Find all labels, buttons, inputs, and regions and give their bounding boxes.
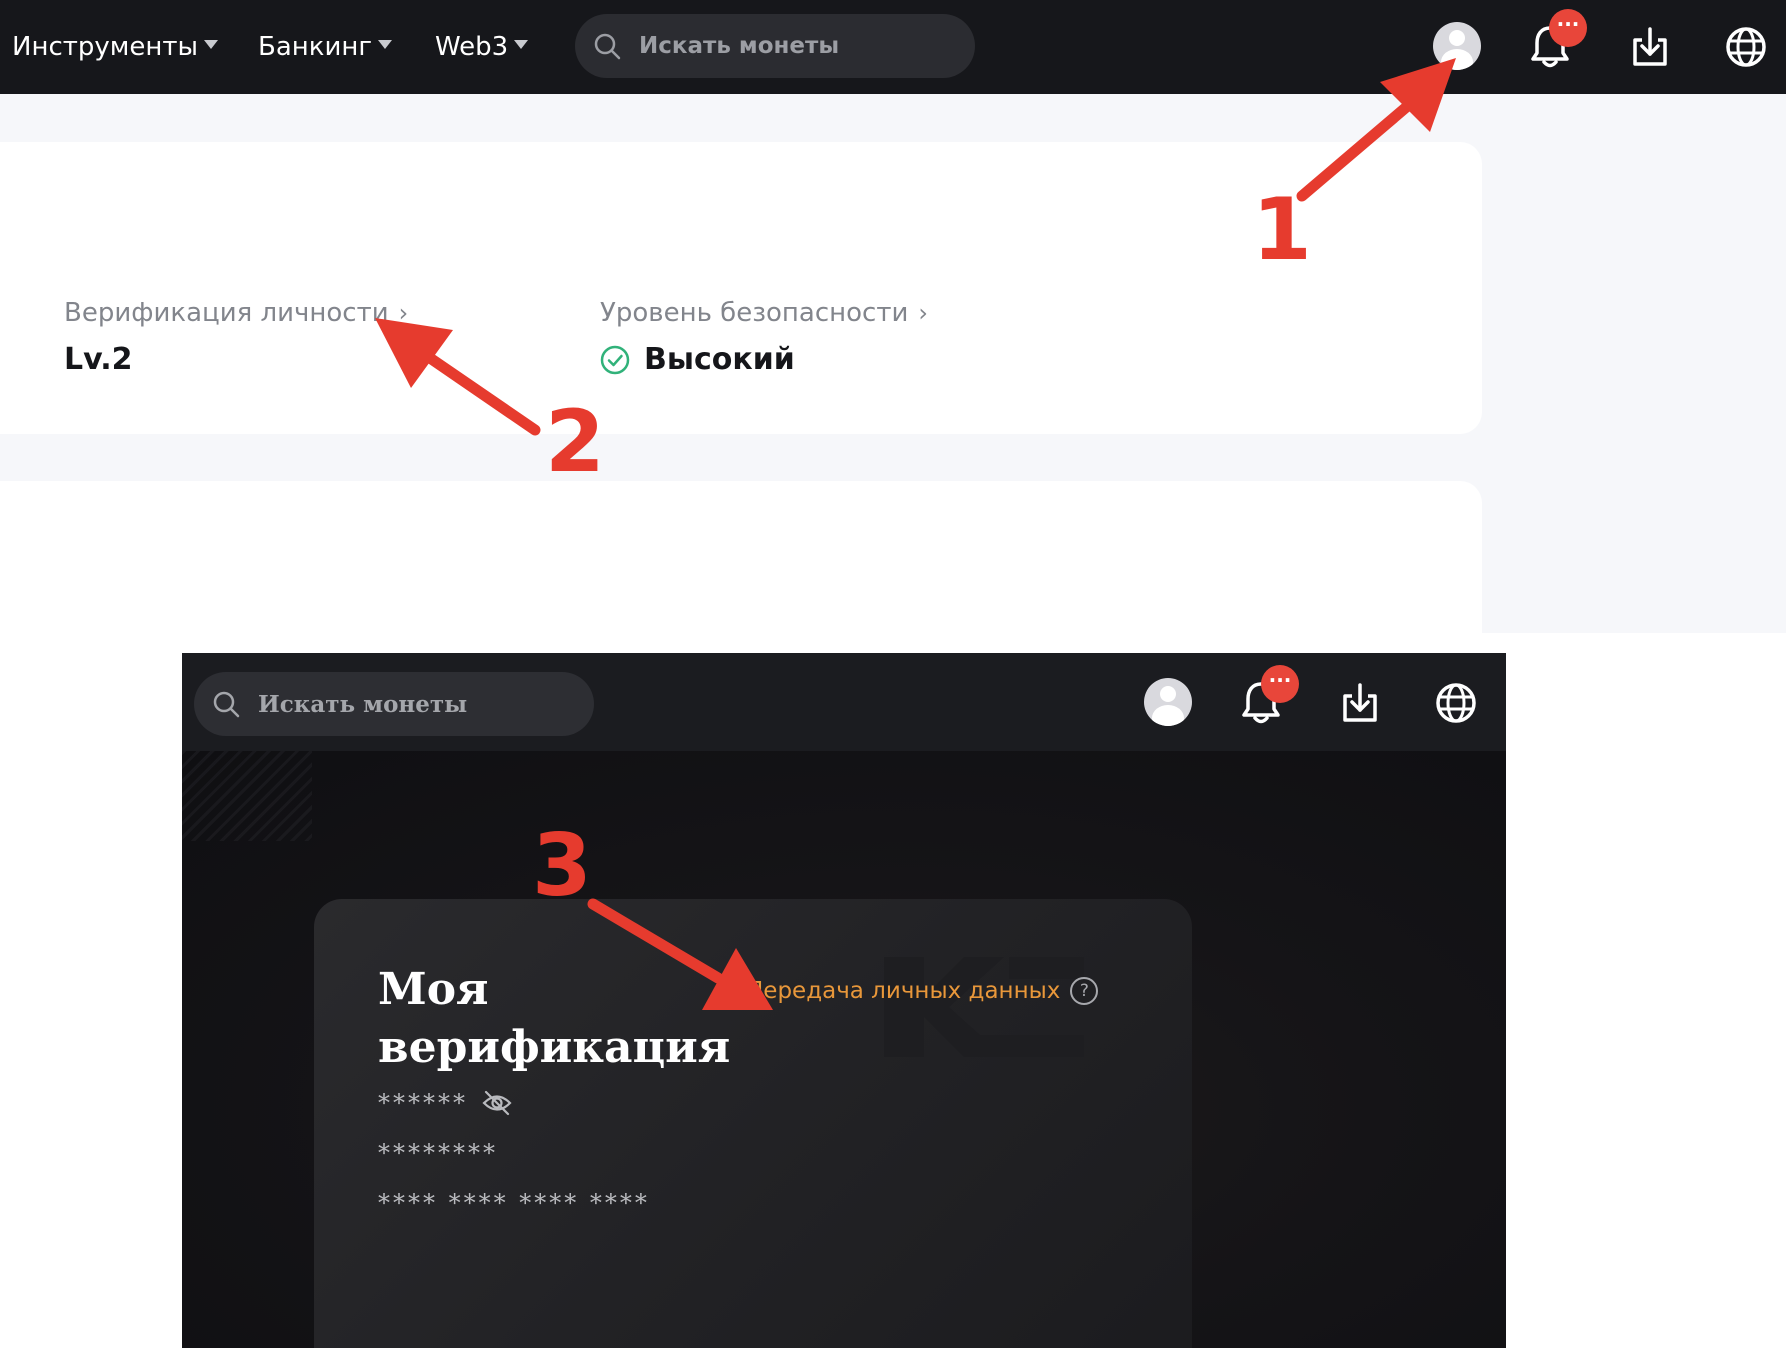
download-icon (1343, 683, 1377, 722)
identity-verification-link[interactable]: Верификация личности › (64, 298, 408, 328)
globe-icon (1436, 683, 1476, 723)
annotation-step-1: 1 (1252, 180, 1312, 280)
verification-title: Моя верификация (378, 964, 731, 1073)
annotation-step-3: 3 (532, 816, 592, 916)
bottom-screenshot: Искать монеты ··· Моя верификация Переда… (182, 653, 1506, 1348)
masked-id: ******** (378, 1139, 498, 1167)
help-icon[interactable]: ? (1070, 977, 1099, 1005)
nav-banking[interactable]: Банкинг (258, 0, 393, 94)
verification-page-body: Моя верификация Передача личных данных ?… (182, 751, 1506, 1348)
chevron-right-icon: › (918, 299, 929, 327)
nav-web3[interactable]: Web3 (435, 0, 529, 94)
bottom-navbar: Искать монеты ··· (182, 653, 1506, 751)
download-button[interactable] (1340, 682, 1380, 724)
download-icon (1633, 27, 1667, 66)
download-button[interactable] (1630, 26, 1670, 68)
caret-down-icon (204, 39, 219, 49)
transfer-link-label: Передача личных данных (746, 978, 1061, 1004)
security-level-link[interactable]: Уровень безопасности › (600, 298, 928, 328)
security-label: Уровень безопасности (600, 298, 909, 328)
verification-card: Моя верификация Передача личных данных ?… (314, 899, 1192, 1348)
search-icon (213, 691, 240, 718)
search-input[interactable]: Искать монеты (575, 14, 975, 78)
swap-arrows-icon (721, 982, 739, 1000)
search-placeholder: Искать монеты (258, 690, 468, 718)
avatar-icon (1433, 22, 1481, 70)
search-icon (594, 33, 621, 60)
caret-down-icon (514, 39, 529, 49)
personal-data-transfer-link[interactable]: Передача личных данных ? (718, 977, 1099, 1005)
masked-name: ****** (378, 1089, 468, 1117)
nav-tools[interactable]: Инструменты (12, 0, 219, 94)
nav-tools-label: Инструменты (12, 32, 199, 62)
globe-icon (1726, 27, 1766, 67)
security-value-row: Высокий (600, 342, 795, 377)
language-button[interactable] (1434, 681, 1478, 725)
notification-badge: ··· (1261, 665, 1299, 703)
language-button[interactable] (1724, 25, 1768, 69)
top-navbar: Инструменты Банкинг Web3 Искать монеты ·… (0, 0, 1786, 94)
check-circle-icon (600, 345, 630, 374)
notification-badge: ··· (1549, 9, 1587, 47)
avatar-button[interactable] (1144, 678, 1192, 726)
masked-number: **** **** **** **** (378, 1189, 650, 1217)
nav-banking-label: Банкинг (258, 32, 373, 62)
caret-down-icon (378, 39, 393, 49)
identity-level: Lv.2 (64, 342, 133, 377)
identity-label: Верификация личности (64, 298, 389, 328)
search-input[interactable]: Искать монеты (194, 672, 594, 736)
avatar-button[interactable] (1433, 22, 1481, 70)
top-screenshot: Инструменты Банкинг Web3 Искать монеты ·… (0, 0, 1786, 633)
chevron-right-icon: › (398, 299, 409, 327)
annotation-step-2: 2 (545, 392, 605, 492)
composite-screenshot: Инструменты Банкинг Web3 Искать монеты ·… (0, 0, 1786, 1348)
masked-name-row: ****** (378, 1089, 512, 1117)
search-placeholder: Искать монеты (639, 33, 840, 59)
security-value: Высокий (644, 342, 795, 377)
watermark-logo (884, 957, 1084, 1057)
content-card (0, 481, 1482, 633)
decorative-stripes (182, 751, 312, 841)
nav-web3-label: Web3 (435, 32, 509, 62)
eye-off-icon[interactable] (482, 1090, 512, 1116)
avatar-icon (1144, 678, 1192, 726)
